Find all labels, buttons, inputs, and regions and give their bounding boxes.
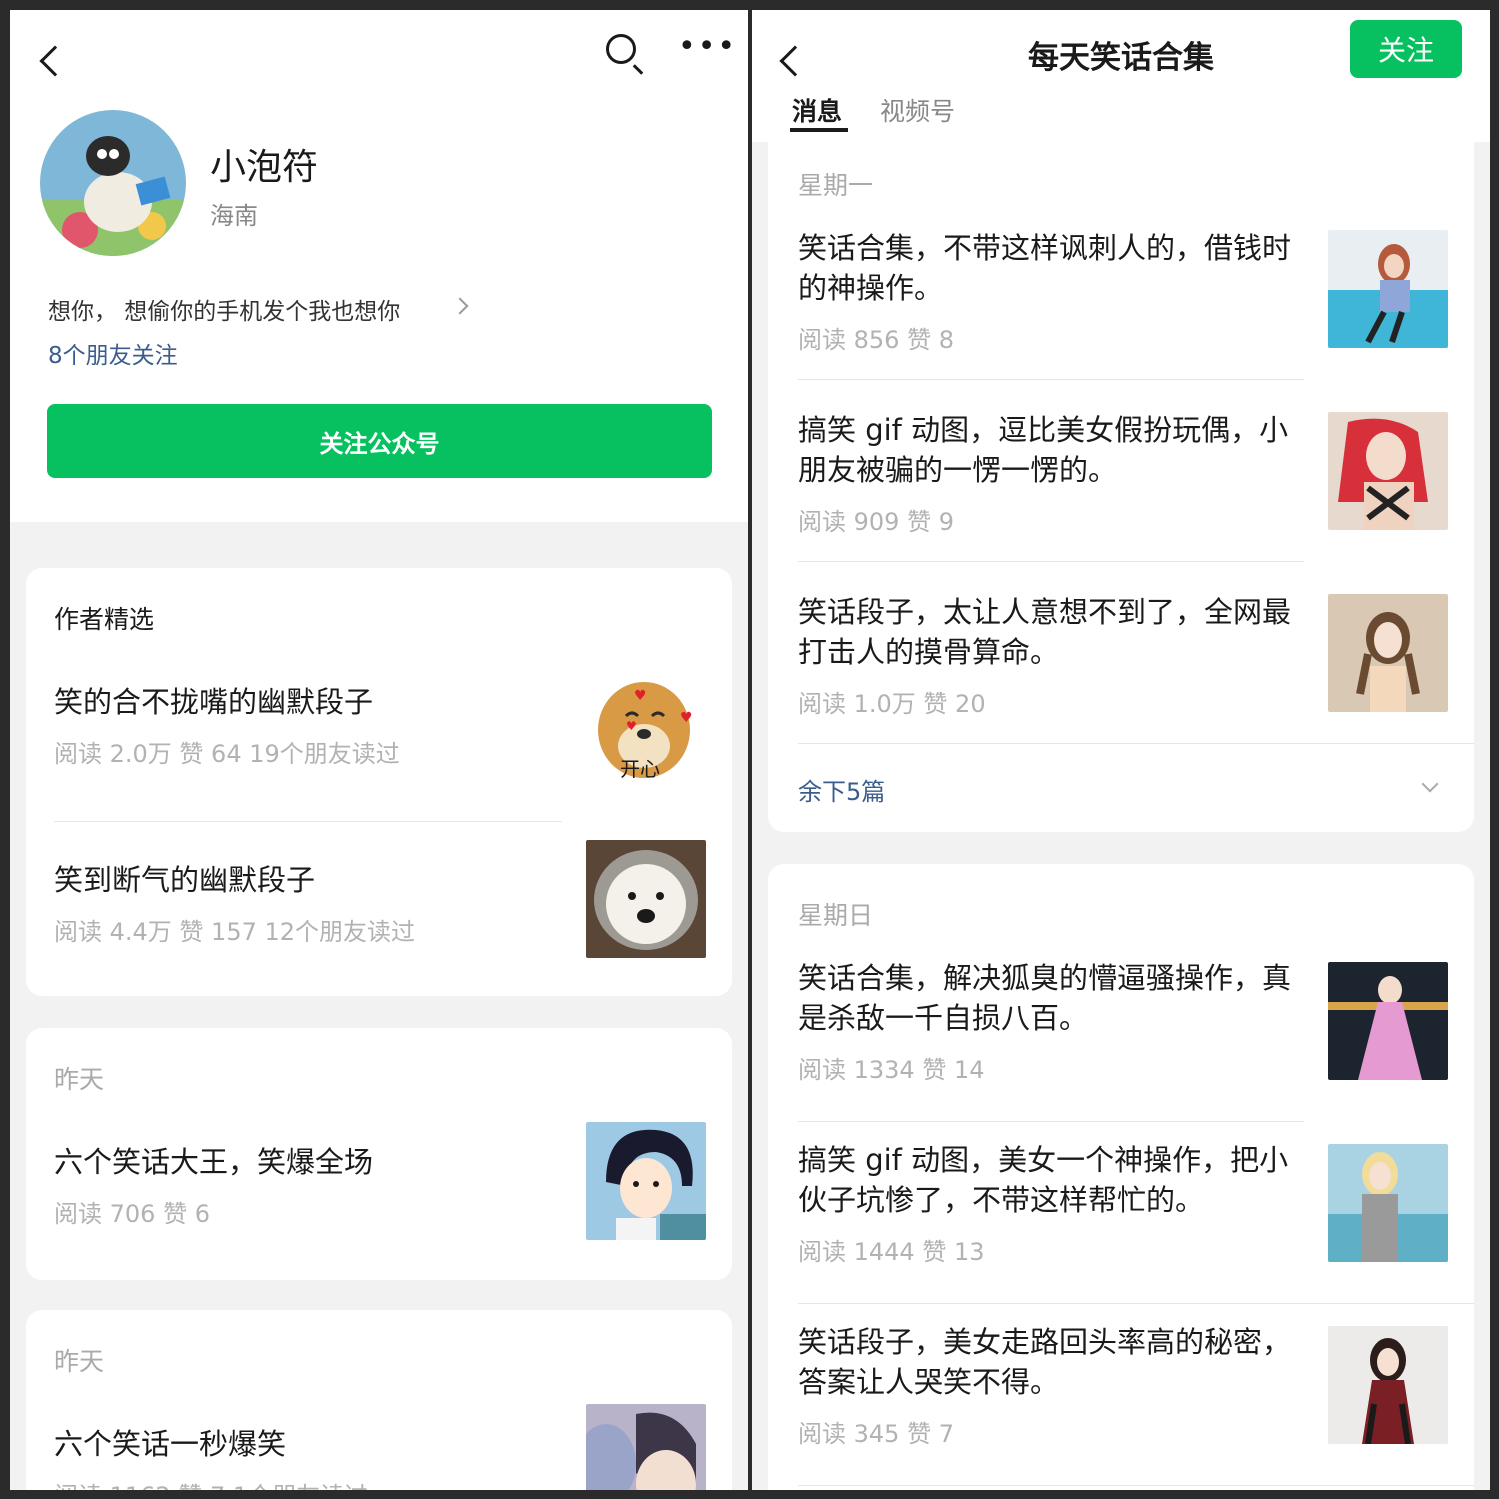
article-title[interactable]: 笑到断气的幽默段子 bbox=[54, 860, 574, 900]
thumbnail-caption: 开心 bbox=[620, 757, 660, 781]
divider bbox=[798, 1485, 1474, 1486]
article-title[interactable]: 笑的合不拢嘴的幽默段子 bbox=[54, 682, 574, 722]
show-more-link[interactable]: 余下5篇 bbox=[798, 772, 885, 807]
group-date: 星期日 bbox=[798, 901, 874, 930]
active-tab-indicator bbox=[790, 128, 848, 132]
article-meta: 阅读 1.0万 赞 20 bbox=[798, 690, 986, 718]
back-arrow-icon[interactable] bbox=[39, 45, 71, 77]
divider bbox=[798, 1121, 1304, 1122]
article-thumbnail[interactable] bbox=[1328, 1144, 1448, 1262]
account-intro[interactable]: 想你， 想偷你的手机发个我也想你 bbox=[48, 292, 400, 326]
svg-text:♥: ♥ bbox=[634, 688, 647, 704]
article-title[interactable]: 六个笑话一秒爆笑 bbox=[54, 1424, 574, 1464]
featured-section-title: 作者精选 bbox=[54, 605, 155, 634]
search-icon-handle bbox=[632, 64, 644, 75]
divider bbox=[798, 561, 1304, 562]
search-icon[interactable] bbox=[606, 34, 636, 64]
follow-account-button[interactable]: 关注公众号 bbox=[47, 404, 712, 478]
article-thumbnail[interactable] bbox=[586, 1404, 706, 1490]
article-meta: 阅读 909 赞 9 bbox=[798, 508, 954, 536]
article-title[interactable]: 笑话段子，太让人意想不到了，全网最打击人的摸骨算命。 bbox=[798, 592, 1308, 672]
article-title[interactable]: 笑话段子，美女走路回头率高的秘密，答案让人哭笑不得。 bbox=[798, 1322, 1308, 1402]
article-meta: 阅读 1334 赞 14 bbox=[798, 1056, 985, 1084]
article-thumbnail[interactable] bbox=[586, 840, 706, 958]
divider bbox=[798, 743, 1474, 744]
article-meta: 阅读 856 赞 8 bbox=[798, 326, 954, 354]
account-name: 小泡符 bbox=[210, 147, 319, 188]
divider bbox=[798, 1303, 1474, 1304]
article-meta: 阅读 706 赞 6 bbox=[54, 1200, 210, 1228]
article-title[interactable]: 笑话合集，不带这样讽刺人的，借钱时的神操作。 bbox=[798, 228, 1308, 308]
article-group-card: 昨天 六个笑话一秒爆笑 阅读 1162 赞 7 1个朋友读过 bbox=[26, 1310, 732, 1490]
article-thumbnail[interactable] bbox=[1328, 412, 1448, 530]
article-thumbnail[interactable] bbox=[1328, 962, 1448, 1080]
article-title[interactable]: 搞笑 gif 动图，逗比美女假扮玩偶，小朋友被骗的一愣一愣的。 bbox=[798, 410, 1308, 490]
article-meta: 阅读 345 赞 7 bbox=[798, 1420, 954, 1448]
article-title[interactable]: 六个笑话大王，笑爆全场 bbox=[54, 1142, 574, 1182]
tab-messages[interactable]: 消息 bbox=[792, 92, 842, 128]
article-meta: 阅读 2.0万 赞 64 19个朋友读过 bbox=[54, 740, 400, 768]
follow-button[interactable]: 关注 bbox=[1350, 20, 1462, 78]
friends-following-link[interactable]: 8个朋友关注 bbox=[48, 336, 178, 370]
chevron-right-icon bbox=[451, 297, 469, 315]
group-date: 星期一 bbox=[798, 171, 874, 200]
article-title[interactable]: 搞笑 gif 动图，美女一个神操作，把小伙子坑惨了，不带这样帮忙的。 bbox=[798, 1140, 1308, 1220]
svg-text:♥: ♥ bbox=[680, 710, 693, 726]
more-options-icon[interactable]: ••• bbox=[678, 32, 737, 62]
account-profile-panel: ••• 小泡符 海南 想你， 想偷你的手机发个我也想你 8个朋友关注 关注公众号… bbox=[10, 10, 748, 1490]
svg-text:♥: ♥ bbox=[626, 719, 637, 733]
article-group-card: 星期一 笑话合集，不带这样讽刺人的，借钱时的神操作。 阅读 856 赞 8 搞笑… bbox=[768, 134, 1474, 832]
article-thumbnail[interactable]: ♥ ♥ ♥ 开心 bbox=[586, 664, 706, 782]
account-messages-panel: 每天笑话合集 关注 消息 视频号 星期一 笑话合集，不带这样讽刺人的，借钱时的神… bbox=[752, 10, 1490, 1490]
article-group-card: 昨天 六个笑话大王，笑爆全场 阅读 706 赞 6 bbox=[26, 1028, 732, 1280]
chevron-down-icon[interactable] bbox=[1421, 775, 1439, 793]
group-date: 昨天 bbox=[54, 1065, 105, 1094]
article-thumbnail[interactable] bbox=[1328, 594, 1448, 712]
divider bbox=[54, 821, 562, 822]
article-group-card: 星期日 笑话合集，解决狐臭的懵逼骚操作，真是杀敌一千自损八百。 阅读 1334 … bbox=[768, 864, 1474, 1490]
article-meta: 阅读 4.4万 赞 157 12个朋友读过 bbox=[54, 918, 416, 946]
article-meta: 阅读 1444 赞 13 bbox=[798, 1238, 985, 1266]
article-meta: 阅读 1162 赞 7 1个朋友读过 bbox=[54, 1476, 368, 1490]
article-thumbnail[interactable] bbox=[1328, 230, 1448, 348]
avatar[interactable] bbox=[40, 110, 186, 256]
messages-header: 每天笑话合集 关注 消息 视频号 bbox=[752, 10, 1490, 142]
article-thumbnail[interactable] bbox=[586, 1122, 706, 1240]
profile-header: ••• 小泡符 海南 想你， 想偷你的手机发个我也想你 8个朋友关注 关注公众号 bbox=[10, 10, 748, 522]
account-region: 海南 bbox=[210, 202, 258, 230]
tab-channels[interactable]: 视频号 bbox=[880, 92, 955, 128]
article-title[interactable]: 笑话合集，解决狐臭的懵逼骚操作，真是杀敌一千自损八百。 bbox=[798, 958, 1308, 1038]
article-thumbnail[interactable] bbox=[1328, 1326, 1448, 1444]
featured-card: 作者精选 笑的合不拢嘴的幽默段子 阅读 2.0万 赞 64 19个朋友读过 ♥ … bbox=[26, 568, 732, 996]
group-date: 昨天 bbox=[54, 1347, 105, 1376]
divider bbox=[798, 379, 1304, 380]
